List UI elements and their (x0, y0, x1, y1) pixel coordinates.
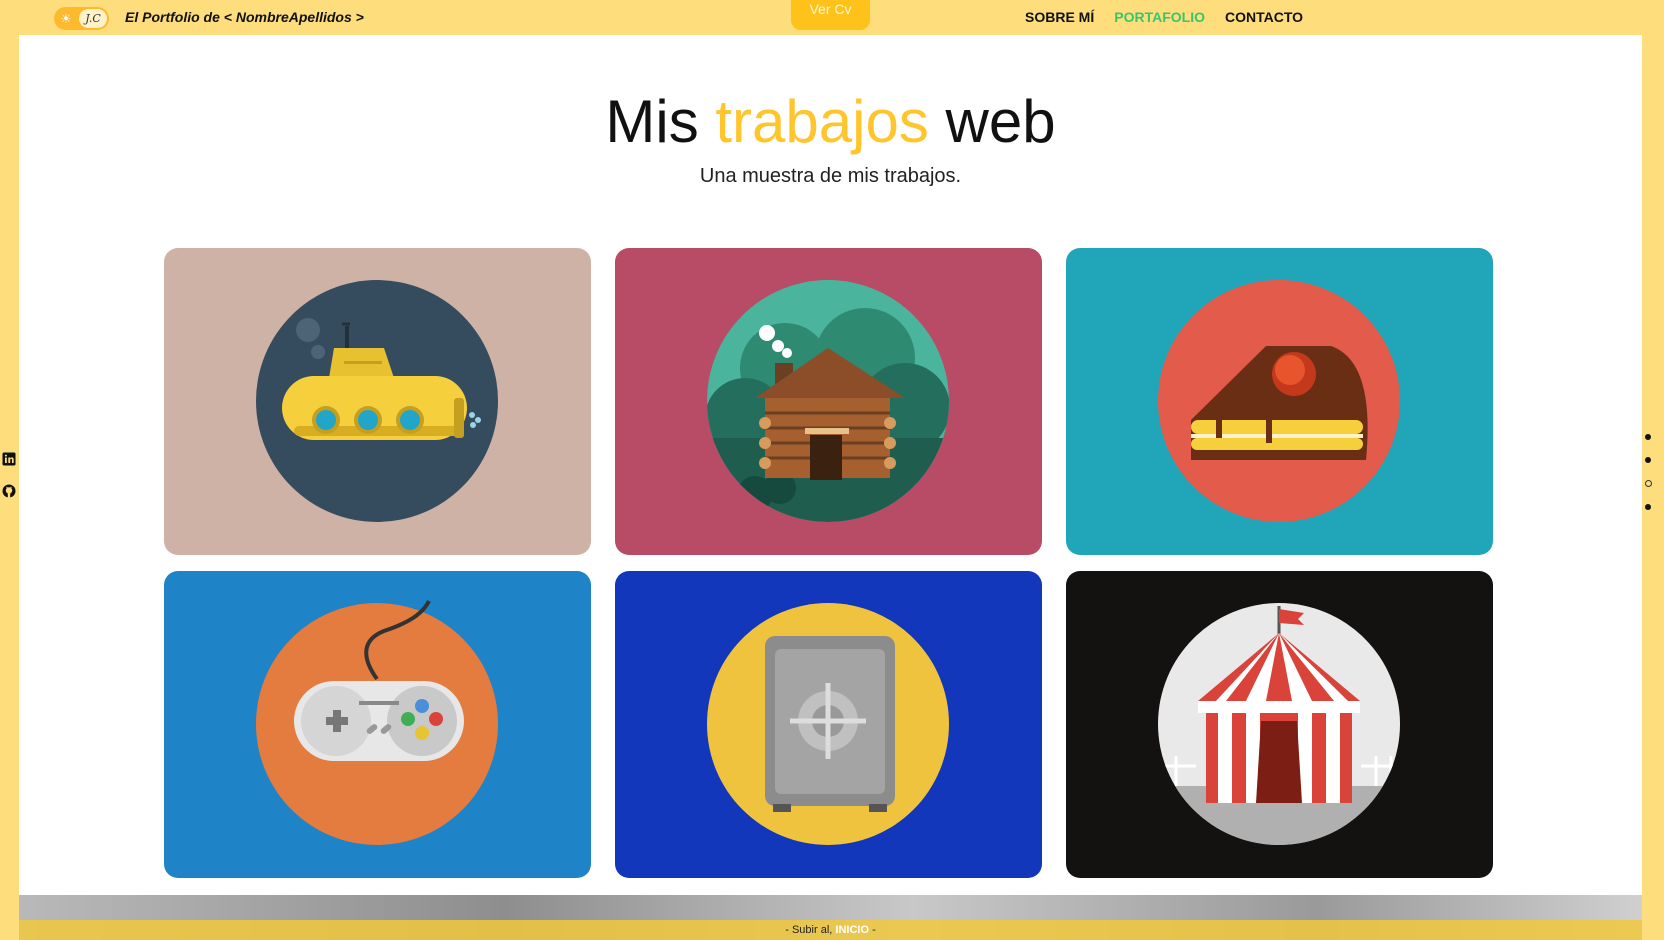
nav-sobre-mi[interactable]: SOBRE MÍ (1025, 9, 1094, 25)
footer-text: - (872, 924, 876, 936)
linkedin-icon[interactable] (2, 452, 16, 466)
top-navbar: ☀ J.C El Portfolio de < NombreApellidos … (0, 0, 1664, 35)
main-nav: SOBRE MÍ PORTAFOLIO CONTACTO (1025, 9, 1303, 25)
nav-contacto[interactable]: CONTACTO (1225, 9, 1303, 25)
portfolio-section: Mis trabajos web Una muestra de mis trab… (19, 35, 1642, 895)
project-card-safe[interactable] (615, 571, 1042, 878)
monogram-logo: J.C (79, 9, 107, 28)
title-word: Mis (605, 88, 699, 155)
nav-portafolio[interactable]: PORTAFOLIO (1114, 9, 1205, 25)
safe-icon (765, 636, 895, 812)
title-highlight: trabajos (715, 88, 929, 155)
footer-text: - Subir al, (785, 924, 833, 936)
view-cv-button[interactable]: Ver Cv (791, 0, 870, 30)
project-card-submarine[interactable] (164, 248, 591, 555)
section-dot[interactable] (1645, 504, 1651, 510)
page-title: Mis trabajos web (19, 87, 1642, 157)
section-dot-active[interactable] (1645, 480, 1652, 487)
page-subtitle: Una muestra de mis trabajos. (699, 165, 962, 187)
project-card-circus[interactable] (1066, 571, 1493, 878)
github-icon[interactable] (2, 484, 16, 498)
section-dot[interactable] (1645, 457, 1651, 463)
social-links (2, 452, 16, 516)
back-to-top-link[interactable]: INICIO (835, 924, 869, 936)
project-card-cabin[interactable] (615, 248, 1042, 555)
section-dots (1645, 434, 1652, 527)
theme-toggle[interactable]: ☀ J.C (54, 7, 109, 30)
brand-title[interactable]: El Portfolio de < NombreApellidos > (125, 9, 364, 25)
project-card-cake[interactable] (1066, 248, 1493, 555)
section-dot[interactable] (1645, 434, 1651, 440)
sun-icon: ☀ (56, 9, 76, 28)
project-card-controller[interactable] (164, 571, 591, 878)
footer-bar: - Subir al, INICIO - (19, 920, 1642, 940)
title-word: web (945, 88, 1056, 155)
